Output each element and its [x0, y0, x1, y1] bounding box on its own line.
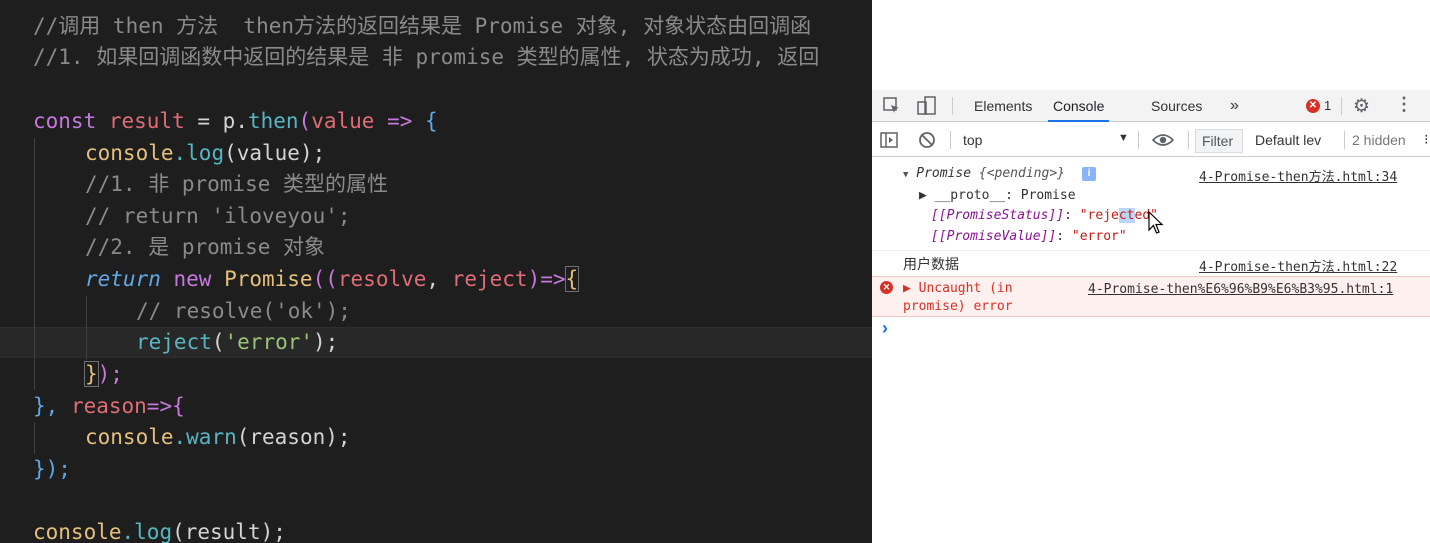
eye-icon[interactable] [1151, 132, 1175, 148]
error-count[interactable]: 1 [1324, 98, 1331, 113]
error-icon: ✕ [880, 281, 893, 294]
chevron-down-icon[interactable]: ▼ [1118, 132, 1129, 144]
code-line-15: }); [33, 457, 71, 481]
code-line-7: // return 'iloveyou'; [85, 204, 351, 228]
code-line-10: // resolve('ok'); [136, 299, 351, 323]
hidden-messages-count: 2 hidden [1352, 132, 1406, 148]
error-message-line2: promise) error [903, 299, 1013, 314]
console-proto-row[interactable]: ▶ __proto__: Promise [919, 188, 1076, 203]
console-prompt[interactable]: › [882, 318, 888, 339]
code-line-1: //调用 then 方法 then方法的返回结果是 Promise 对象, 对象… [33, 14, 812, 38]
clear-console-icon[interactable] [918, 131, 936, 149]
source-link[interactable]: 4-Promise-then方法.html:34 [1199, 166, 1397, 185]
code-line-5: console.log(value); [85, 141, 326, 165]
indent-guide [86, 296, 87, 360]
code-line-14: console.warn(reason); [85, 425, 351, 449]
more-tabs-button[interactable]: » [1230, 90, 1239, 122]
context-selector[interactable]: top [963, 132, 982, 148]
sidebar-toggle-icon[interactable] [880, 132, 898, 148]
code-line-4: const result = p.then(value => { [33, 109, 438, 133]
more-options-icon[interactable]: ⋮ [1395, 94, 1413, 115]
tab-elements[interactable]: Elements [974, 90, 1032, 122]
error-source-link[interactable]: 4-Promise-then%E6%96%B9%E6%B3%95.html:1 [1088, 282, 1393, 297]
error-message-line1[interactable]: ▶ Uncaught (in [903, 281, 1013, 296]
code-editor[interactable]: //调用 then 方法 then方法的返回结果是 Promise 对象, 对象… [0, 0, 872, 543]
code-line-12: }); [84, 361, 123, 387]
console-log-message: 用户数据 [903, 257, 959, 273]
code-line-2: //1. 如果回调函数中返回的结果是 非 promise 类型的属性, 状态为成… [33, 45, 820, 69]
error-icon[interactable]: ✕ [1306, 99, 1320, 113]
device-toolbar-icon[interactable] [916, 95, 938, 117]
console-value-row: [[PromiseValue]]: "error" [931, 229, 1127, 244]
gear-icon[interactable]: ⚙ [1353, 95, 1370, 118]
devtools-tab-bar: Elements Console Sources » ✕ 1 ⚙ ⋮ [872, 90, 1430, 122]
indent-guide [34, 138, 35, 390]
inspect-element-icon[interactable] [882, 96, 902, 116]
mouse-cursor-icon [1148, 210, 1164, 235]
toolbar-divider [1188, 131, 1189, 149]
code-line-17: console.log(result); [33, 520, 286, 543]
tab-console[interactable]: Console [1048, 90, 1110, 122]
code-line-6: //1. 非 promise 类型的属性 [85, 172, 389, 196]
code-line-13: }, reason=>{ [33, 394, 185, 418]
toolbar-divider [952, 97, 953, 115]
message-divider [872, 250, 1430, 251]
settings-gear-partial[interactable]: ⁝ [1424, 131, 1428, 148]
toolbar-divider [1341, 97, 1342, 115]
source-link[interactable]: 4-Promise-then方法.html:22 [1199, 256, 1397, 275]
log-levels-dropdown[interactable]: Default lev [1255, 132, 1341, 148]
code-line-11: reject('error'); [136, 330, 339, 354]
devtools-panel: Elements Console Sources » ✕ 1 ⚙ ⋮ top ▼… [872, 0, 1430, 543]
toolbar-divider [1138, 131, 1139, 149]
console-promise-summary[interactable]: ▼ Promise {<pending>} [903, 166, 1065, 181]
code-line-9: return new Promise((resolve, reject)=>{ [85, 266, 580, 292]
console-filter-bar: top ▼ Filter Default lev 2 hidden ⁝ [872, 123, 1430, 157]
toolbar-divider [1344, 131, 1345, 149]
current-line-highlight [0, 327, 872, 358]
indent-guide [34, 422, 35, 454]
console-status-row: [[PromiseStatus]]: "rejected" [931, 208, 1158, 223]
filter-input[interactable]: Filter [1195, 129, 1243, 153]
tab-sources[interactable]: Sources [1151, 90, 1202, 122]
toolbar-divider [950, 131, 951, 149]
info-icon[interactable]: i [1082, 167, 1096, 181]
code-line-8: //2. 是 promise 对象 [85, 235, 326, 259]
